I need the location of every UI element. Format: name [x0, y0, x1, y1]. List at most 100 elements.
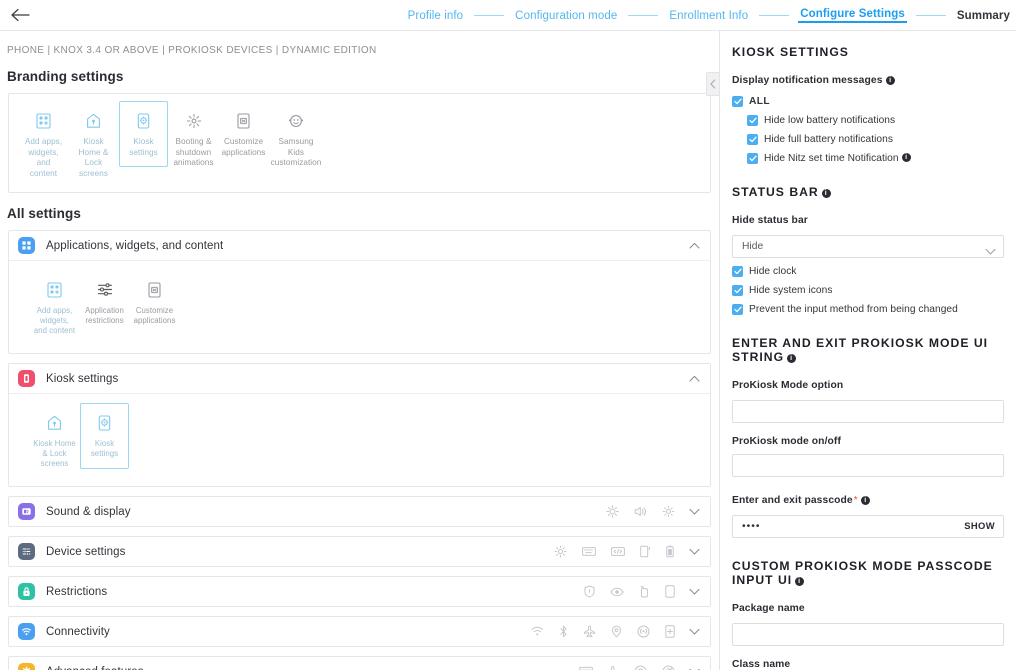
checkbox-row-hide-system-icons[interactable]: Hide system icons: [732, 285, 1004, 296]
hide-status-bar-select-wrap: Hide: [732, 235, 1004, 258]
checkbox-label: Hide clock: [749, 266, 797, 277]
info-icon[interactable]: i: [901, 153, 911, 162]
settings-left-panel: PHONE | KNOX 3.4 OR ABOVE | PROKIOSK DEV…: [0, 31, 719, 670]
branding-tile-booting-animations[interactable]: Booting & shutdown animations: [169, 101, 218, 174]
block-icon[interactable]: [662, 665, 675, 670]
shield-icon[interactable]: [584, 585, 595, 598]
info-icon[interactable]: i: [860, 496, 870, 505]
phone-icon[interactable]: [665, 585, 675, 598]
copyright-icon[interactable]: [634, 665, 647, 670]
breadcrumb: PHONE | KNOX 3.4 OR ABOVE | PROKIOSK DEV…: [7, 45, 377, 56]
checkbox-prevent-input-method[interactable]: [732, 304, 743, 315]
checkbox-hide-full-battery[interactable]: [747, 134, 758, 145]
settings-tile-kiosk-home-lock[interactable]: Kiosk Home & Lock screens: [30, 403, 79, 474]
show-passcode-button[interactable]: SHOW: [964, 520, 995, 531]
package-name-input[interactable]: [732, 623, 1004, 646]
hotspot-icon[interactable]: [637, 625, 650, 638]
hide-status-bar-select[interactable]: Hide: [732, 235, 1004, 258]
step-configure-settings[interactable]: Configure Settings: [798, 8, 907, 23]
sliders-icon: [97, 279, 113, 300]
checkbox-all[interactable]: [732, 96, 743, 107]
chevron-down-icon[interactable]: [689, 588, 700, 595]
settings-tile-label: Application restrictions: [85, 306, 124, 325]
chevron-up-icon[interactable]: [689, 242, 700, 249]
airplane-icon[interactable]: [583, 625, 596, 638]
gear-icon[interactable]: [554, 545, 567, 558]
sim-icon[interactable]: [665, 625, 675, 638]
settings-tile-add-apps[interactable]: Add apps, widgets, and content: [30, 270, 79, 341]
group-header[interactable]: Connectivity: [9, 617, 710, 646]
card-icon[interactable]: [579, 666, 593, 670]
group-header[interactable]: Sound & display: [9, 497, 710, 526]
checkbox-row-all[interactable]: ALL: [732, 96, 1004, 107]
home-lock-icon: [86, 110, 101, 131]
group-header[interactable]: Device settings: [9, 537, 710, 566]
info-icon[interactable]: i: [821, 189, 831, 198]
chevron-down-icon[interactable]: [689, 628, 700, 635]
checkbox-row-hide-full-battery[interactable]: Hide full battery notifications: [747, 134, 1004, 145]
checkbox-hide-clock[interactable]: [732, 266, 743, 277]
settings-group-advanced-features: Advanced features: [8, 656, 711, 670]
checkbox-hide-low-battery[interactable]: [747, 115, 758, 126]
screen-brightness-icon[interactable]: [662, 505, 675, 518]
chevron-down-icon[interactable]: [689, 508, 700, 515]
step-profile-info[interactable]: Profile info: [406, 10, 466, 22]
checkbox-row-hide-nitz[interactable]: Hide Nitz set time Notification i: [747, 153, 1004, 164]
page-body: PHONE | KNOX 3.4 OR ABOVE | PROKIOSK DEV…: [0, 31, 1016, 670]
status-bar-heading: STATUS BAR i: [732, 185, 1004, 199]
branding-tile-kiosk-home-lock[interactable]: Kiosk Home & Lock screens: [69, 101, 118, 184]
checkbox-row-hide-clock[interactable]: Hide clock: [732, 266, 1004, 277]
brightness-icon[interactable]: [606, 505, 619, 518]
group-header[interactable]: Applications, widgets, and content: [9, 231, 710, 260]
passcode-input[interactable]: [732, 515, 1004, 538]
branding-tile-kiosk-settings[interactable]: Kiosk settings: [119, 101, 168, 167]
checkbox-hide-system-icons[interactable]: [732, 285, 743, 296]
step-configuration-mode[interactable]: Configuration mode: [513, 10, 619, 22]
prokiosk-mode-onoff-input[interactable]: [732, 454, 1004, 477]
step-enrollment-info[interactable]: Enrollment Info: [667, 10, 750, 22]
chevron-up-icon[interactable]: [689, 375, 700, 382]
device-settings-icon: [18, 543, 35, 560]
eye-icon[interactable]: [610, 587, 624, 597]
checkbox-label: Prevent the input method from being chan…: [749, 304, 958, 315]
group-header[interactable]: Kiosk settings: [9, 364, 710, 393]
keyboard-icon[interactable]: [582, 546, 596, 557]
checkbox-row-prevent-input-method[interactable]: Prevent the input method from being chan…: [732, 304, 1004, 315]
branding-tile-samsung-kids[interactable]: Samsung Kids customization: [269, 101, 323, 174]
prokiosk-mode-onoff-label: ProKiosk mode on/off: [732, 436, 841, 447]
touch-icon[interactable]: [608, 665, 619, 670]
customize-app-icon: [148, 279, 161, 300]
group-header[interactable]: Restrictions: [9, 577, 710, 606]
checkbox-hide-nitz[interactable]: [747, 153, 758, 164]
branding-tile-add-apps[interactable]: Add apps, widgets, and content: [19, 101, 68, 184]
custom-ui-heading-text: CUSTOM PROKIOSK MODE PASSCODE INPUT UI: [732, 559, 993, 587]
back-button[interactable]: [4, 0, 38, 31]
step-summary[interactable]: Summary: [955, 10, 1012, 22]
branding-tiles-card: Add apps, widgets, and content Kiosk Hom…: [8, 93, 711, 193]
prokiosk-mode-option-input[interactable]: [732, 400, 1004, 423]
checkbox-label: Hide Nitz set time Notification: [764, 153, 899, 164]
panel-collapse-handle[interactable]: [706, 72, 719, 96]
step-connector: [915, 15, 946, 16]
settings-tile-customize-applications[interactable]: Customize applications: [130, 270, 179, 331]
info-icon[interactable]: i: [885, 76, 895, 85]
class-name-label: Class name: [732, 659, 791, 670]
battery-icon[interactable]: [666, 545, 675, 558]
branding-tile-customize-applications[interactable]: Customize applications: [219, 101, 268, 163]
group-header[interactable]: Advanced features: [9, 657, 710, 670]
settings-tile-label: Kiosk Home & Lock screens: [33, 439, 76, 468]
settings-tile-kiosk-settings[interactable]: Kiosk settings: [80, 403, 129, 469]
info-icon[interactable]: i: [795, 577, 805, 586]
code-icon[interactable]: [611, 546, 625, 557]
checkbox-row-hide-low-battery[interactable]: Hide low battery notifications: [747, 115, 1004, 126]
power-icon[interactable]: [640, 545, 651, 558]
arrow-left-icon: [11, 8, 30, 22]
hand-icon[interactable]: [639, 585, 650, 598]
settings-tile-application-restrictions[interactable]: Application restrictions: [80, 270, 129, 331]
bluetooth-icon[interactable]: [559, 625, 568, 638]
info-icon[interactable]: i: [787, 354, 797, 363]
location-icon[interactable]: [611, 625, 622, 638]
volume-icon[interactable]: [634, 505, 647, 518]
wifi-signal-icon[interactable]: [531, 626, 544, 637]
chevron-down-icon[interactable]: [689, 548, 700, 555]
